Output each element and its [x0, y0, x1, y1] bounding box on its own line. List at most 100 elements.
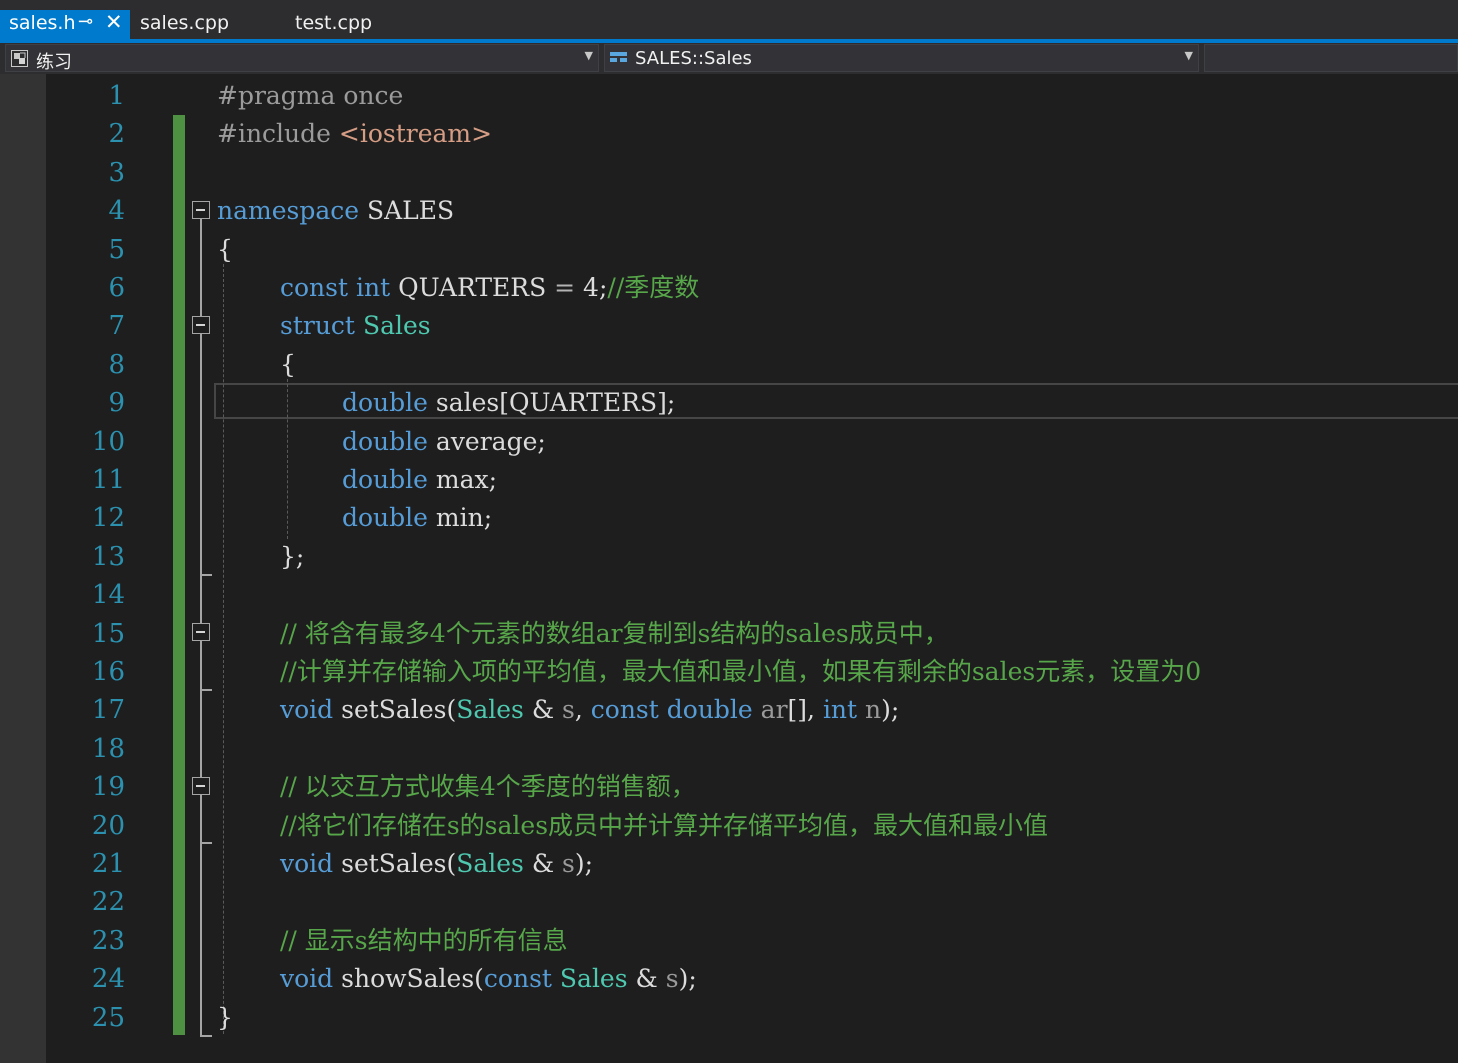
code-text: void setSales(Sales & s, const double ar…: [280, 691, 899, 729]
close-icon[interactable]: ✕: [105, 10, 123, 34]
scope-dropdown[interactable]: SALES::Sales ▼: [604, 44, 1199, 72]
line-number: 13: [91, 541, 125, 572]
code-line[interactable]: 3: [0, 154, 1458, 192]
line-number: 5: [108, 234, 125, 265]
code-line[interactable]: 18: [0, 730, 1458, 768]
line-number: 23: [91, 925, 125, 956]
code-token: };: [280, 541, 305, 571]
collapse-icon[interactable]: [192, 623, 210, 641]
code-token: }: [217, 1002, 233, 1032]
code-line[interactable]: 8{: [0, 346, 1458, 384]
scope-name: SALES::Sales: [635, 48, 752, 69]
line-number: 15: [91, 618, 125, 649]
line-number: 10: [91, 426, 125, 457]
code-line[interactable]: 23 // 显示s结构中的所有信息: [0, 922, 1458, 960]
code-token: Sales: [559, 964, 628, 994]
code-token: ar: [760, 695, 788, 725]
line-number: 17: [91, 695, 125, 726]
code-text: {: [217, 231, 233, 269]
chevron-down-icon[interactable]: ▼: [585, 49, 593, 62]
code-line[interactable]: 4 namespace SALES: [0, 192, 1458, 230]
code-text: double sales[QUARTERS];: [342, 384, 675, 422]
code-token: &: [627, 964, 666, 994]
code-token: SALES: [359, 196, 455, 226]
code-line[interactable]: 16 //计算并存储输入项的平均值，最大值和最小值，如果有剩余的sales元素，设…: [0, 653, 1458, 691]
code-line[interactable]: 11 double max;: [0, 461, 1458, 499]
line-number: 4: [108, 196, 125, 227]
line-number: 21: [91, 849, 125, 879]
code-token: Sales: [456, 695, 524, 725]
code-line[interactable]: 9 double sales[QUARTERS];: [0, 384, 1458, 422]
project-dropdown[interactable]: 练习 ▼: [5, 44, 599, 73]
code-text: double max;: [342, 461, 497, 499]
tab-sales-cpp[interactable]: sales.cpp: [131, 10, 281, 39]
code-line[interactable]: 6 const int QUARTERS = 4;//季度数: [0, 269, 1458, 307]
code-line[interactable]: 19 // 以交互方式收集4个季度的销售额，: [0, 768, 1458, 806]
code-line[interactable]: 21 void setSales(Sales & s);: [0, 845, 1458, 883]
code-line[interactable]: 1 #pragma once: [0, 77, 1458, 115]
code-line[interactable]: 13};: [0, 538, 1458, 576]
code-line[interactable]: 5{: [0, 231, 1458, 269]
chevron-down-icon[interactable]: ▼: [1185, 49, 1193, 62]
project-icon: [11, 50, 28, 67]
code-line[interactable]: 20 //将它们存储在s的sales成员中并计算并存储平均值，最大值和最小值: [0, 807, 1458, 845]
line-number: 25: [91, 1002, 125, 1033]
line-number: 19: [91, 772, 125, 803]
code-text: struct Sales: [280, 307, 431, 345]
code-token: );: [678, 964, 697, 994]
code-token: =: [554, 273, 576, 302]
pin-icon[interactable]: ⊸: [78, 11, 93, 32]
code-editor[interactable]: 1 #pragma once 2 #include <iostream> 3 4 names…: [0, 74, 1458, 1063]
code-token: void: [280, 849, 334, 878]
code-token: ,: [574, 695, 591, 725]
code-token: struct: [280, 311, 355, 341]
code-token: namespace: [217, 196, 360, 226]
code-token: n: [865, 695, 882, 725]
line-number: 16: [91, 657, 125, 687]
code-line[interactable]: 22: [0, 883, 1458, 921]
code-token: const: [280, 273, 349, 302]
code-line[interactable]: 14: [0, 576, 1458, 614]
code-token: void: [280, 964, 334, 994]
code-line[interactable]: 12 double min;: [0, 499, 1458, 537]
code-token: [],: [787, 695, 823, 725]
code-line[interactable]: 7 struct Sales: [0, 307, 1458, 345]
code-token: double: [666, 695, 753, 725]
tab-sales-h[interactable]: sales.h ⊸ ✕: [0, 10, 130, 39]
code-token: s: [562, 695, 575, 725]
code-text: double average;: [342, 423, 546, 461]
code-text: // 将含有最多4个元素的数组ar复制到s结构的sales成员中，: [280, 615, 949, 653]
code-token: &: [523, 695, 563, 725]
line-number: 1: [108, 81, 125, 111]
navigation-bar: 练习 ▼ SALES::Sales ▼: [0, 43, 1458, 74]
code-token: // 以交互方式收集4个季度的销售额，: [280, 772, 696, 802]
code-line[interactable]: 25}: [0, 999, 1458, 1037]
code-text: //将它们存储在s的sales成员中并计算并存储平均值，最大值和最小值: [280, 807, 1048, 845]
code-line[interactable]: 2 #include <iostream>: [0, 115, 1458, 153]
code-token: void: [280, 695, 334, 725]
collapse-icon[interactable]: [192, 201, 210, 219]
line-number: 14: [91, 580, 125, 611]
code-token: s: [562, 849, 575, 878]
code-token: int: [822, 695, 858, 725]
code-token: //将它们存储在s的sales成员中并计算并存储平均值，最大值和最小值: [280, 810, 1049, 840]
line-number: 20: [91, 810, 125, 841]
line-number: 8: [108, 349, 125, 380]
code-text: const int QUARTERS = 4;//季度数: [280, 269, 699, 307]
code-line[interactable]: 15 // 将含有最多4个元素的数组ar复制到s结构的sales成员中，: [0, 615, 1458, 653]
collapse-icon[interactable]: [192, 316, 210, 334]
code-token: Sales: [456, 849, 524, 878]
tab-test-cpp[interactable]: test.cpp: [286, 10, 436, 39]
code-token: Sales: [362, 311, 431, 341]
collapse-icon[interactable]: [192, 777, 210, 795]
code-line[interactable]: 10 double average;: [0, 423, 1458, 461]
code-token: setSales(: [333, 849, 457, 878]
code-text: {: [280, 346, 296, 384]
code-text: namespace SALES: [217, 192, 454, 230]
code-line[interactable]: 24 void showSales(const Sales & s);: [0, 960, 1458, 998]
member-dropdown[interactable]: [1204, 44, 1458, 72]
code-line[interactable]: 17 void setSales(Sales & s, const double …: [0, 691, 1458, 729]
